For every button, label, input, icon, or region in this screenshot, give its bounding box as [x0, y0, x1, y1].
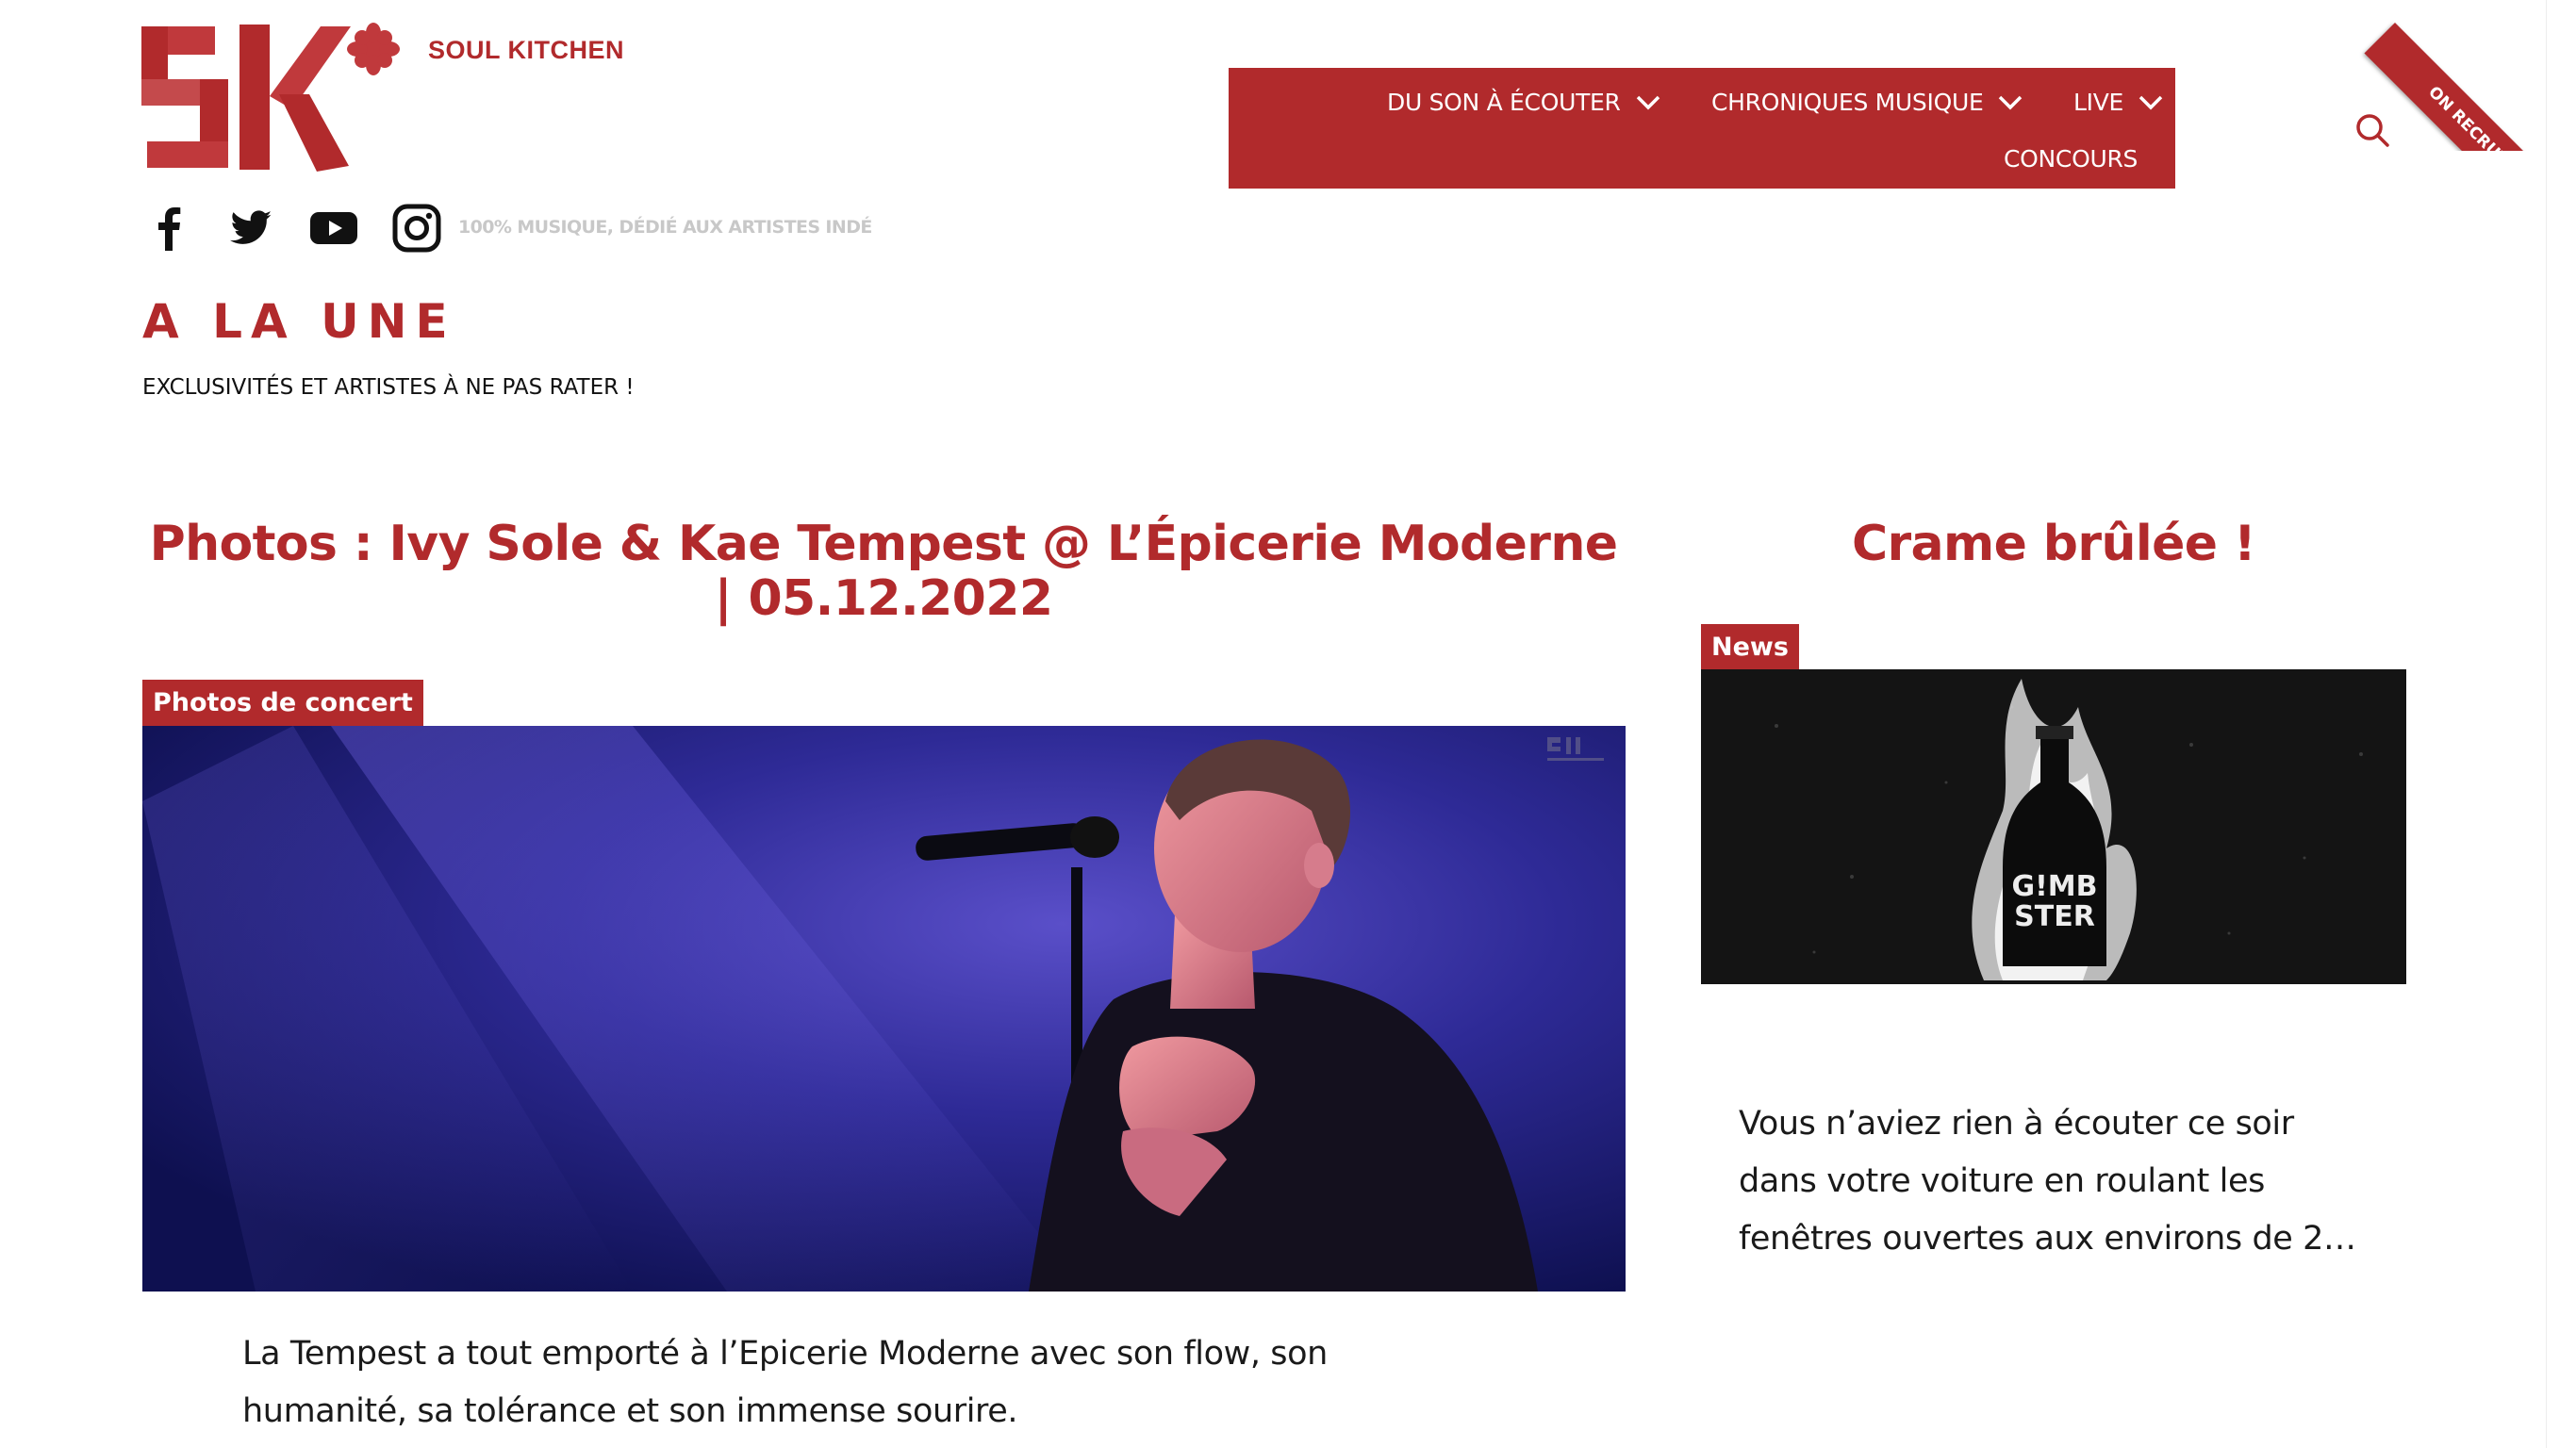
section-subtitle: EXCLUSIVITÉS ET ARTISTES À NE PAS RATER … [142, 375, 635, 400]
nav-item-du-son[interactable]: DU SON À ÉCOUTER [1387, 89, 1660, 116]
side-article-category[interactable]: News [1701, 624, 1799, 669]
chevron-down-icon [1998, 95, 2023, 110]
nav-item-label: LIVE [2073, 89, 2123, 116]
nav-item-label: CHRONIQUES MUSIQUE [1711, 89, 1984, 116]
youtube-icon[interactable] [307, 202, 360, 255]
svg-text:G!MB: G!MB [2011, 870, 2097, 903]
site-tagline: 100% MUSIQUE, DÉDIÉ AUX ARTISTES INDÉ [458, 217, 872, 238]
nav-item-chroniques[interactable]: CHRONIQUES MUSIQUE [1711, 89, 2023, 116]
main-article-title[interactable]: Photos : Ivy Sole & Kae Tempest @ L’Épic… [142, 517, 1625, 626]
main-article-image[interactable] [142, 726, 1626, 1292]
nav-item-label: CONCOURS [2004, 145, 2138, 173]
twitter-icon[interactable] [224, 202, 277, 255]
main-article-category[interactable]: Photos de concert [142, 680, 423, 726]
chevron-down-icon [1636, 95, 1660, 110]
ribbon-label: ON RECRUTE ! [2364, 23, 2576, 151]
site-logo[interactable] [141, 23, 405, 175]
svg-text:STER: STER [2014, 900, 2095, 933]
recruitment-ribbon[interactable]: ON RECRUTE ! [2357, 0, 2576, 151]
side-article-title[interactable]: Crame brûlée ! [1701, 517, 2406, 571]
main-article-excerpt: La Tempest a tout emporté à l’Epicerie M… [242, 1335, 1328, 1430]
page-edge [2546, 0, 2576, 1448]
instagram-icon[interactable] [390, 202, 443, 255]
main-navigation: DU SON À ÉCOUTER CHRONIQUES MUSIQUE LIVE… [1229, 68, 2175, 189]
nav-item-live[interactable]: LIVE [2073, 89, 2163, 116]
section-title: A LA UNE [142, 294, 456, 349]
site-name[interactable]: SOUL KITCHEN [428, 36, 624, 65]
chevron-down-icon [2138, 95, 2163, 110]
side-article-image[interactable]: G!MB STER [1701, 669, 2406, 984]
facebook-icon[interactable] [143, 202, 196, 255]
nav-item-concours[interactable]: CONCOURS [2004, 145, 2138, 173]
side-article-excerpt: Vous n’aviez rien à écouter ce soir dans… [1739, 1105, 2356, 1258]
nav-item-label: DU SON À ÉCOUTER [1387, 89, 1621, 116]
